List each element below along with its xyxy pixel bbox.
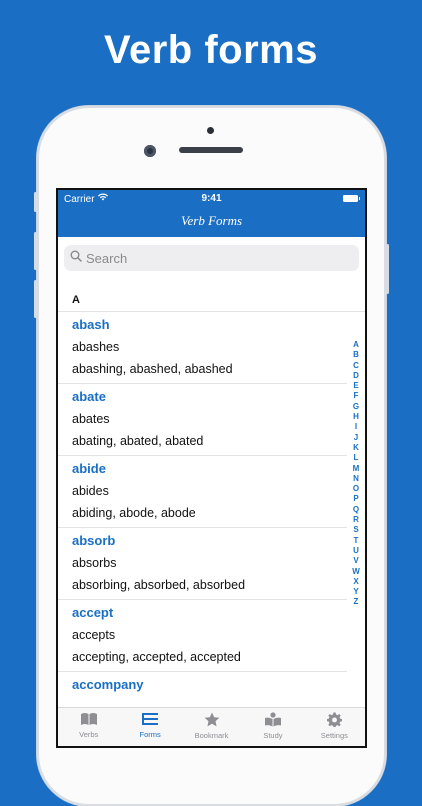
tab-settings[interactable]: Settings	[304, 708, 365, 746]
index-letter[interactable]: U	[353, 546, 359, 556]
index-letter[interactable]: V	[353, 556, 358, 566]
earpiece-speaker	[179, 147, 243, 153]
index-letter[interactable]: Q	[353, 505, 359, 515]
verb-base: abide	[72, 461, 106, 476]
list-item[interactable]: abate abates abating, abated, abated	[58, 386, 347, 456]
list-item[interactable]: accompany	[58, 674, 347, 696]
verb-forms: abashing, abashed, abashed	[72, 362, 233, 376]
index-letter[interactable]: W	[352, 567, 360, 577]
verb-forms: abating, abated, abated	[72, 434, 204, 448]
verb-third-person: abates	[72, 412, 110, 426]
phone-volume-down	[34, 280, 37, 318]
status-bar: Carrier 9:41	[58, 190, 365, 208]
verb-forms: absorbing, absorbed, absorbed	[72, 578, 246, 592]
index-letter[interactable]: M	[353, 464, 360, 474]
verb-forms: accepting, accepted, accepted	[72, 650, 241, 664]
index-letter[interactable]: L	[354, 453, 359, 463]
index-letter[interactable]: H	[353, 412, 359, 422]
star-icon	[204, 712, 220, 731]
index-letter[interactable]: B	[353, 350, 359, 360]
search-icon	[70, 249, 82, 267]
proximity-sensor	[207, 127, 214, 134]
tab-label: Bookmark	[194, 731, 229, 740]
index-letter[interactable]: J	[354, 433, 358, 443]
index-letter[interactable]: A	[353, 340, 359, 350]
index-letter[interactable]: E	[353, 381, 358, 391]
verb-third-person: abashes	[72, 340, 120, 354]
verb-base: accompany	[72, 677, 144, 692]
verb-list[interactable]: A abash abashes abashing, abashed, abash…	[58, 289, 365, 696]
phone-power-button	[386, 244, 389, 294]
tab-bar: Verbs Forms Bookmark Study Settings	[58, 707, 365, 746]
index-letter[interactable]: S	[353, 525, 358, 535]
promo-title: Verb forms	[104, 28, 318, 72]
verb-base: accept	[72, 605, 114, 620]
verb-base: absorb	[72, 533, 116, 548]
verb-third-person: abides	[72, 484, 109, 498]
section-header: A	[58, 289, 365, 312]
verb-forms: abiding, abode, abode	[72, 506, 196, 520]
clock: 9:41	[201, 193, 222, 204]
book-icon	[80, 712, 98, 730]
index-letter[interactable]: R	[353, 515, 359, 525]
tab-label: Settings	[320, 731, 348, 740]
alphabet-index[interactable]: ABCDEFGHIJKLMNOPQRSTUVWXYZ	[351, 340, 361, 608]
app-screen: Carrier 9:41 Verb Forms A abash abashes	[56, 188, 367, 748]
list-item[interactable]: accept accepts accepting, accepted, acce…	[58, 602, 347, 672]
index-letter[interactable]: O	[353, 484, 359, 494]
index-letter[interactable]: Y	[353, 587, 358, 597]
nav-title: Verb Forms	[180, 213, 243, 228]
search-bar	[58, 237, 365, 277]
verb-third-person: absorbs	[72, 556, 117, 570]
list-item[interactable]: abide abides abiding, abode, abode	[58, 458, 347, 528]
index-letter[interactable]: P	[353, 494, 358, 504]
tab-label: Forms	[139, 730, 161, 739]
search-field[interactable]	[64, 245, 359, 271]
tab-label: Verbs	[79, 730, 99, 739]
list-icon	[141, 712, 159, 730]
index-letter[interactable]: T	[354, 536, 359, 546]
phone-volume-up	[34, 232, 37, 270]
index-letter[interactable]: G	[353, 402, 359, 412]
index-letter[interactable]: C	[353, 361, 359, 371]
tab-verbs[interactable]: Verbs	[58, 708, 119, 746]
list-item[interactable]: absorb absorbs absorbing, absorbed, abso…	[58, 530, 347, 600]
gear-icon	[326, 712, 342, 731]
index-letter[interactable]: N	[353, 474, 359, 484]
tab-bookmark[interactable]: Bookmark	[181, 708, 242, 746]
verb-base: abate	[72, 389, 106, 404]
index-letter[interactable]: F	[354, 391, 359, 401]
phone-mute-switch	[34, 192, 37, 212]
tab-forms[interactable]: Forms	[119, 708, 180, 746]
index-letter[interactable]: K	[353, 443, 359, 453]
index-letter[interactable]: X	[353, 577, 358, 587]
index-letter[interactable]: Z	[354, 597, 359, 607]
reader-icon	[264, 712, 282, 731]
battery-icon	[343, 195, 360, 202]
search-input[interactable]	[86, 250, 326, 266]
tab-study[interactable]: Study	[242, 708, 303, 746]
list-item[interactable]: abash abashes abashing, abashed, abashed	[58, 314, 347, 384]
phone-frame: Carrier 9:41 Verb Forms A abash abashes	[34, 106, 389, 806]
verb-third-person: accepts	[72, 628, 116, 642]
index-letter[interactable]: D	[353, 371, 359, 381]
nav-bar: Verb Forms	[58, 208, 365, 237]
index-letter[interactable]: I	[355, 422, 357, 432]
front-camera	[144, 145, 156, 157]
tab-label: Study	[263, 731, 283, 740]
verb-base: abash	[72, 317, 110, 332]
